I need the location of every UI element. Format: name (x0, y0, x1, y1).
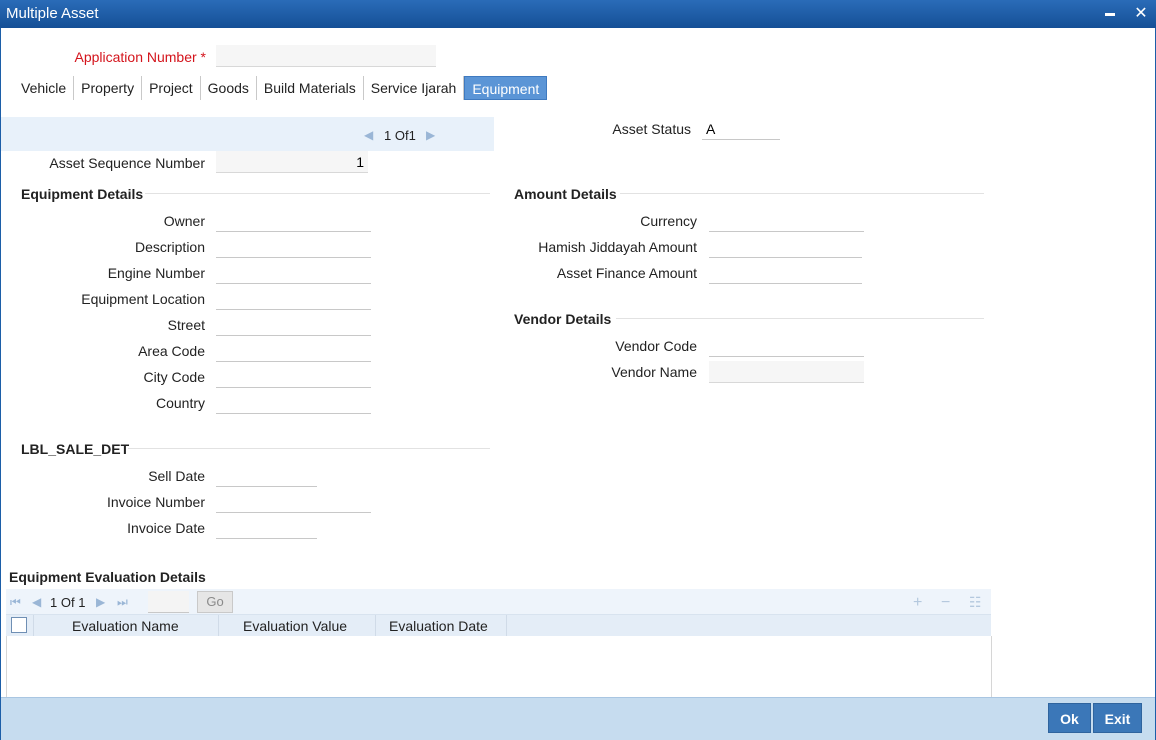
footer-bar (1, 697, 1155, 740)
minus-icon[interactable]: − (941, 594, 950, 612)
owner-label: Owner (163, 213, 205, 229)
page-number-input[interactable] (148, 591, 189, 613)
tab-equipment[interactable]: Equipment (464, 76, 548, 100)
street-input[interactable] (216, 314, 371, 336)
section-divider (145, 193, 490, 194)
asset-type-tabs: Vehicle Property Project Goods Build Mat… (14, 76, 548, 100)
first-page-icon[interactable]: ⏮ (10, 595, 21, 610)
asset-finance-amount-input[interactable] (709, 262, 862, 284)
last-page-icon[interactable]: ⏭ (117, 595, 128, 610)
application-number-input[interactable] (216, 45, 436, 67)
application-number-label: Application Number * (74, 49, 206, 65)
hamish-jiddayah-amount-label: Hamish Jiddayah Amount (538, 239, 697, 255)
area-code-input[interactable] (216, 340, 371, 362)
vendor-code-label: Vendor Code (615, 338, 697, 354)
equipment-location-label: Equipment Location (81, 291, 205, 307)
tab-project[interactable]: Project (142, 76, 201, 100)
ok-button[interactable]: Ok (1048, 703, 1091, 733)
owner-input[interactable] (216, 210, 371, 232)
tab-goods[interactable]: Goods (201, 76, 257, 100)
prev-page-icon[interactable]: ◀ (32, 595, 41, 609)
street-label: Street (167, 317, 205, 333)
asset-sequence-label: Asset Sequence Number (49, 155, 205, 171)
invoice-number-label: Invoice Number (106, 494, 205, 510)
go-button[interactable]: Go (197, 591, 233, 613)
engine-number-label: Engine Number (107, 265, 205, 281)
invoice-date-input[interactable] (216, 517, 317, 539)
grid-pager-text: 1 Of 1 (50, 595, 86, 610)
next-page-icon[interactable]: ▶ (96, 595, 105, 609)
city-code-label: City Code (143, 369, 205, 385)
next-asset-icon[interactable]: ▶ (426, 128, 435, 142)
vendor-code-input[interactable] (709, 335, 864, 357)
evaluation-details-heading: Equipment Evaluation Details (9, 569, 206, 585)
tab-build-materials[interactable]: Build Materials (257, 76, 364, 100)
window-title-bar: Multiple Asset ▬ ✕ (0, 0, 1156, 28)
column-evaluation-name[interactable]: Evaluation Name (34, 615, 219, 637)
equipment-details-heading: Equipment Details (21, 186, 144, 202)
section-divider (616, 318, 984, 319)
list-view-icon[interactable]: ☷ (969, 594, 982, 611)
section-divider (620, 193, 984, 194)
grid-header-row: Evaluation Name Evaluation Value Evaluat… (6, 614, 991, 637)
currency-label: Currency (640, 213, 697, 229)
area-code-label: Area Code (138, 343, 205, 359)
tab-service-ijarah[interactable]: Service Ijarah (364, 76, 465, 100)
section-divider (128, 448, 490, 449)
currency-input[interactable] (709, 210, 864, 232)
equipment-location-input[interactable] (216, 288, 371, 310)
exit-button[interactable]: Exit (1093, 703, 1142, 733)
column-evaluation-value[interactable]: Evaluation Value (219, 615, 376, 637)
minimize-icon[interactable]: ▬ (1100, 4, 1120, 24)
tab-vehicle[interactable]: Vehicle (14, 76, 75, 100)
country-input[interactable] (216, 392, 371, 414)
sale-details-heading: LBL_SALE_DET (21, 441, 130, 457)
asset-finance-amount-label: Asset Finance Amount (556, 265, 697, 281)
window-title: Multiple Asset (6, 5, 99, 22)
select-all-checkbox[interactable] (11, 617, 27, 633)
invoice-date-label: Invoice Date (127, 520, 205, 536)
asset-pager (1, 117, 494, 151)
city-code-input[interactable] (216, 366, 371, 388)
vendor-name-label: Vendor Name (611, 364, 697, 380)
description-label: Description (134, 239, 205, 255)
amount-details-heading: Amount Details (514, 186, 617, 202)
sell-date-label: Sell Date (148, 468, 205, 484)
vendor-details-heading: Vendor Details (514, 311, 612, 327)
asset-sequence-field[interactable] (216, 151, 368, 173)
vendor-name-input[interactable] (709, 361, 864, 383)
country-label: Country (155, 395, 205, 411)
close-icon[interactable]: ✕ (1131, 4, 1151, 24)
tab-property[interactable]: Property (74, 76, 143, 100)
prev-asset-icon[interactable]: ◀ (364, 128, 373, 142)
description-input[interactable] (216, 236, 371, 258)
asset-status-field[interactable] (702, 118, 780, 140)
plus-icon[interactable]: + (913, 594, 922, 612)
asset-pager-text: 1 Of1 (384, 128, 416, 143)
evaluation-grid-body (6, 636, 992, 698)
sell-date-input[interactable] (216, 465, 317, 487)
engine-number-input[interactable] (216, 262, 371, 284)
column-evaluation-date[interactable]: Evaluation Date (376, 615, 507, 637)
invoice-number-input[interactable] (216, 491, 371, 513)
hamish-jiddayah-amount-input[interactable] (709, 236, 862, 258)
asset-status-label: Asset Status (612, 121, 691, 137)
